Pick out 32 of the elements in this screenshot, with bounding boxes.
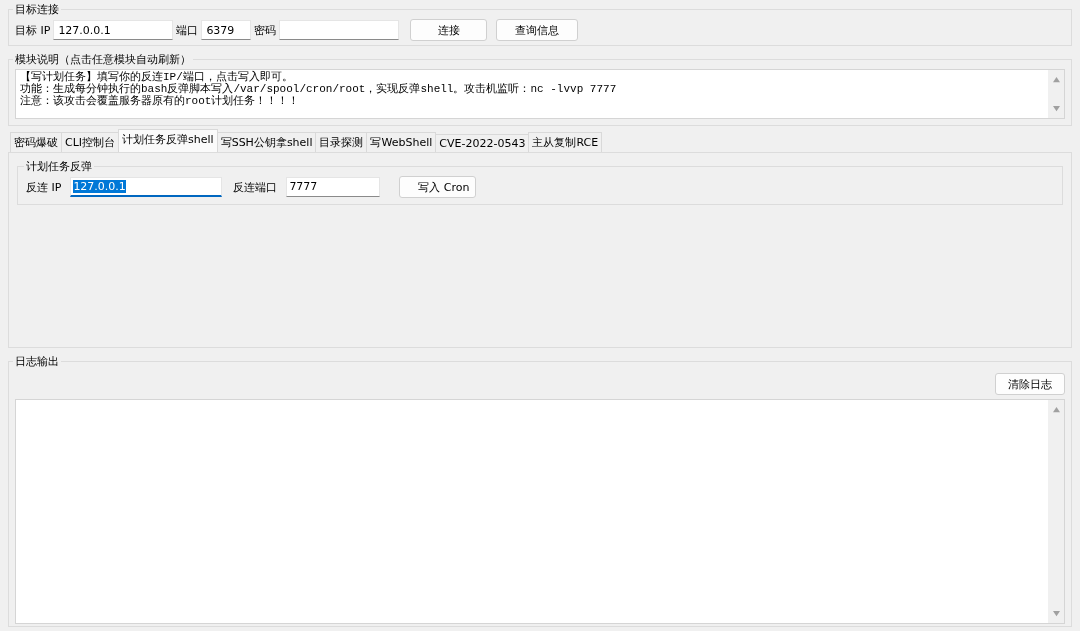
description-line: 功能：生成每分钟执行的bash反弹脚本写入/var/spool/cron/root，实现反弹shell。攻击机监听：nc -lvvp 7777	[20, 83, 618, 95]
description-line: 【写计划任务】填写你的反连IP/端口，点击写入即可。	[20, 71, 294, 83]
group-title: 计划任务反弹	[25, 159, 93, 174]
field-label: 端口	[176, 22, 199, 38]
log-text-area[interactable]	[15, 399, 1065, 624]
tab[interactable]: 主从复制RCE	[528, 132, 603, 152]
input-field[interactable]	[279, 20, 400, 40]
group-title: 模块说明（点击任意模块自动刷新）	[14, 52, 192, 67]
scroll-down-icon[interactable]	[1051, 610, 1061, 617]
tab[interactable]: 密码爆破	[10, 132, 62, 152]
clear-log-button[interactable]: 清除日志	[995, 373, 1065, 395]
input-field[interactable]: 127.0.0.1	[70, 177, 223, 197]
scroll-down-icon[interactable]	[1051, 105, 1061, 112]
description-text-area[interactable]: 【写计划任务】填写你的反连IP/端口，点击写入即可。 功能：生成每分钟执行的bash反弹脚本写入/var/spool/cron/root，实现反弹shell。攻击机监听：nc -lvvp 7777 注意：该攻击会覆盖服务器原有的root计划任务！！！！	[15, 69, 1065, 119]
description-line: 注意：该攻击会覆盖服务器原有的root计划任务！！！！	[20, 95, 300, 107]
input-field[interactable]: 7777	[286, 177, 381, 197]
scroll-up-icon[interactable]	[1051, 406, 1061, 413]
group-title: 日志输出	[14, 354, 60, 369]
field-label: 目标 IP	[15, 22, 51, 38]
input-field[interactable]: 6379	[201, 20, 252, 40]
group-title: 目标连接	[14, 2, 60, 17]
field-label: 反连 IP	[26, 179, 62, 195]
scroll-up-icon[interactable]	[1051, 76, 1061, 83]
action-button[interactable]: 连接	[410, 19, 488, 41]
write-cron-button[interactable]: 写入 Cron	[399, 176, 477, 198]
action-button[interactable]: 查询信息	[496, 19, 579, 41]
input-field[interactable]: 127.0.0.1	[53, 20, 174, 40]
tab[interactable]: 计划任务反弹shell	[118, 129, 218, 152]
scroll-bar[interactable]	[1048, 70, 1064, 118]
field-label: 反连端口	[233, 179, 278, 195]
scroll-bar[interactable]	[1048, 400, 1064, 623]
field-label: 密码	[254, 22, 277, 38]
